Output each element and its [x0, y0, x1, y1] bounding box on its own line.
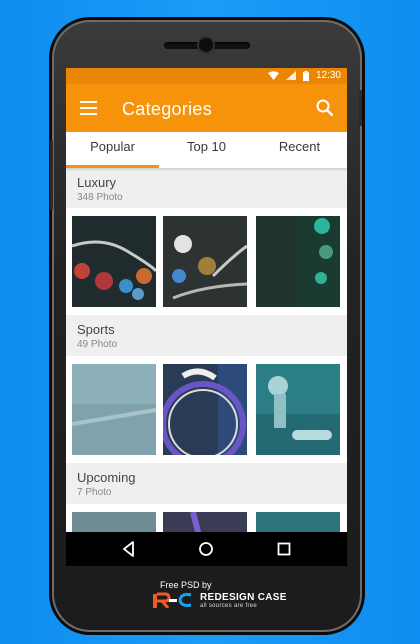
system-nav-bar	[66, 532, 347, 566]
photo-thumbnail[interactable]	[72, 364, 156, 455]
category-title: Upcoming	[77, 470, 136, 485]
free-psd-label: Free PSD by	[160, 580, 212, 590]
status-time: 12:30	[315, 70, 341, 81]
app-screen: 12:30 Categories Popular Top 10 Recent L…	[66, 68, 347, 566]
tab-bar: Popular Top 10 Recent	[66, 132, 347, 168]
menu-icon[interactable]	[80, 101, 97, 115]
phone-camera	[197, 36, 215, 54]
photo-thumbnail[interactable]	[256, 216, 340, 307]
brand-tagline: all sources are free	[200, 603, 258, 609]
category-title: Luxury	[77, 175, 117, 190]
brand-name: REDESIGN CASE	[200, 592, 287, 603]
category-count: 7 Photo	[77, 487, 112, 498]
app-bar: Categories	[66, 84, 347, 132]
power-button	[359, 90, 362, 126]
tab-recent[interactable]: Recent	[253, 132, 346, 168]
tab-popular[interactable]: Popular	[66, 132, 159, 168]
category-card-sports[interactable]	[66, 356, 347, 463]
redesign-case-logo	[153, 592, 192, 608]
status-bar: 12:30	[66, 68, 347, 84]
back-icon[interactable]	[120, 540, 138, 558]
photo-thumbnail[interactable]	[256, 364, 340, 455]
volume-button	[50, 140, 53, 210]
category-count: 348 Photo	[77, 192, 123, 203]
battery-icon	[302, 70, 309, 81]
home-icon[interactable]	[197, 540, 215, 558]
tab-indicator	[66, 165, 159, 168]
page-title: Categories	[122, 99, 213, 119]
photo-thumbnail[interactable]	[72, 216, 156, 307]
photo-thumbnail[interactable]	[163, 216, 247, 307]
recents-icon[interactable]	[275, 540, 293, 558]
category-title: Sports	[77, 322, 115, 337]
search-icon[interactable]	[315, 98, 335, 118]
signal-icon	[285, 71, 296, 80]
photo-thumbnail[interactable]	[163, 364, 247, 455]
category-card-luxury[interactable]	[66, 208, 347, 315]
tab-top-10[interactable]: Top 10	[160, 132, 253, 168]
category-count: 49 Photo	[77, 339, 118, 350]
wifi-icon	[267, 71, 279, 80]
